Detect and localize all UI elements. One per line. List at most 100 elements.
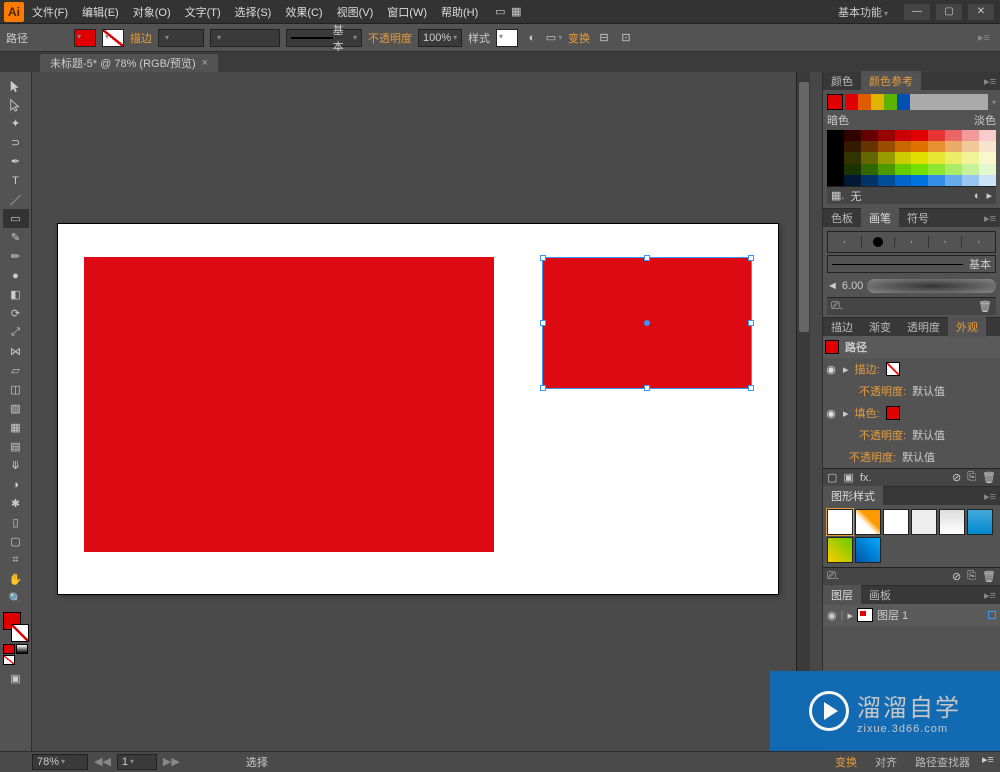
transform-label[interactable]: 变换 xyxy=(568,30,590,46)
stroke-weight-field[interactable] xyxy=(158,29,204,47)
blend-tool[interactable]: ◑ xyxy=(3,475,29,494)
width-tool[interactable]: ⋈ xyxy=(3,342,29,361)
lasso-tool[interactable]: ⊃ xyxy=(3,133,29,152)
slice-tool[interactable]: ⌗ xyxy=(3,551,29,570)
recolor-icon-small[interactable]: ◐ xyxy=(974,190,981,202)
panel-menu-icon[interactable]: ▸≡ xyxy=(980,212,1000,225)
menu-window[interactable]: 窗口(W) xyxy=(387,4,427,20)
save-group-icon[interactable]: ▸ xyxy=(986,189,992,202)
maximize-button[interactable]: ▢ xyxy=(936,4,962,20)
free-transform-tool[interactable]: ▱ xyxy=(3,361,29,380)
style-thumbnail[interactable] xyxy=(911,509,937,535)
resize-handle-se[interactable] xyxy=(748,385,754,391)
appearance-fill-row[interactable]: ◉ ▸ 填色: xyxy=(823,402,1000,424)
menu-select[interactable]: 选择(S) xyxy=(235,4,272,20)
zoom-tool[interactable]: 🔍 xyxy=(3,589,29,608)
resize-handle-n[interactable] xyxy=(644,255,650,261)
tab-artboards[interactable]: 画板 xyxy=(861,585,899,605)
tab-color-guide[interactable]: 颜色参考 xyxy=(861,71,921,91)
brush-definition[interactable]: 基本 xyxy=(286,29,362,47)
brush-dot-2[interactable] xyxy=(862,237,896,247)
tab-color[interactable]: 颜色 xyxy=(823,71,861,91)
nav-prev-icon[interactable]: ◀◀ xyxy=(88,755,117,768)
artboard[interactable] xyxy=(58,224,778,594)
layer-name[interactable]: 图层 1 xyxy=(877,607,908,623)
menu-edit[interactable]: 编辑(E) xyxy=(82,4,119,20)
scale-tool[interactable]: ⤢ xyxy=(3,323,29,342)
tab-symbols[interactable]: 符号 xyxy=(899,208,937,228)
type-tool[interactable]: T xyxy=(3,171,29,190)
stroke-color[interactable] xyxy=(11,624,29,642)
panel-menu-icon[interactable]: ▸≡ xyxy=(980,589,1000,602)
brush-profile[interactable] xyxy=(210,29,280,47)
tab-gradient[interactable]: 渐变 xyxy=(861,317,899,337)
add-effect-icon[interactable]: fx. xyxy=(860,472,872,484)
style-thumbnail[interactable] xyxy=(855,537,881,563)
page-field[interactable]: 1 xyxy=(117,754,157,770)
brush-dot-4[interactable]: · xyxy=(929,236,963,248)
stroke-value-swatch[interactable] xyxy=(886,362,900,376)
styles-library-icon[interactable]: ⎚. xyxy=(827,570,839,583)
bottom-tab-pathfinder[interactable]: 路径查找器 xyxy=(907,752,978,772)
clear-icon[interactable]: ⊘ xyxy=(952,471,961,484)
layer-row[interactable]: ◉ | ▸ 图层 1 xyxy=(823,604,1000,626)
screen-mode-tool[interactable]: ▣ xyxy=(3,669,29,688)
resize-handle-sw[interactable] xyxy=(540,385,546,391)
style-thumbnail[interactable] xyxy=(939,509,965,535)
brush-options-icon[interactable]: ◄ xyxy=(827,280,838,292)
resize-handle-w[interactable] xyxy=(540,320,546,326)
duplicate-icon[interactable]: ⎘ xyxy=(967,471,976,484)
harmony-strip[interactable] xyxy=(845,94,988,110)
trash-icon[interactable]: 🗑 xyxy=(982,471,996,484)
appearance-stroke-opacity-row[interactable]: 不透明度: 默认值 xyxy=(823,380,1000,402)
zoom-field[interactable]: 78% xyxy=(32,754,88,770)
style-thumbnail[interactable] xyxy=(883,509,909,535)
fill-stroke-control[interactable] xyxy=(3,612,29,642)
bottom-tab-align[interactable]: 对齐 xyxy=(867,752,905,772)
tab-stroke[interactable]: 描边 xyxy=(823,317,861,337)
color-mode-buttons[interactable] xyxy=(3,644,29,665)
appearance-opacity-row[interactable]: 不透明度: 默认值 xyxy=(823,446,1000,468)
appearance-fill-opacity-row[interactable]: 不透明度: 默认值 xyxy=(823,424,1000,446)
trash-icon[interactable]: 🗑 xyxy=(982,570,996,583)
minimize-button[interactable]: — xyxy=(904,4,930,20)
resize-handle-nw[interactable] xyxy=(540,255,546,261)
tab-appearance[interactable]: 外观 xyxy=(948,317,986,337)
resize-handle-s[interactable] xyxy=(644,385,650,391)
bottom-panel-menu-icon[interactable]: ▸≡ xyxy=(980,752,996,768)
layout-icon[interactable]: ▭ xyxy=(492,4,508,20)
panel-dock-collapse[interactable] xyxy=(810,72,822,751)
artboard-tool[interactable]: ▢ xyxy=(3,532,29,551)
close-tab-icon[interactable]: × xyxy=(202,57,208,69)
opacity-field[interactable]: 100% xyxy=(418,29,462,47)
panel-menu-icon[interactable]: ▸≡ xyxy=(980,490,1000,503)
selection-tool[interactable] xyxy=(3,76,29,95)
style-thumbnail-default[interactable] xyxy=(827,509,853,535)
pen-tool[interactable]: ✒ xyxy=(3,152,29,171)
brush-tool[interactable]: ✎ xyxy=(3,228,29,247)
align-icon[interactable]: ▭ xyxy=(546,30,562,46)
document-tab[interactable]: 未标题-5* @ 78% (RGB/预览) × xyxy=(40,54,218,72)
expand-icon[interactable]: ▸ xyxy=(847,609,853,622)
close-button[interactable]: ✕ xyxy=(968,4,994,20)
line-tool[interactable]: ／ xyxy=(3,190,29,209)
workspace-switcher[interactable]: 基本功能 xyxy=(838,4,888,20)
rectangle-tool[interactable]: ▭ xyxy=(3,209,29,228)
canvas-scrollbar-vertical[interactable] xyxy=(796,72,810,751)
appearance-stroke-row[interactable]: ◉ ▸ 描边: xyxy=(823,358,1000,380)
stroke-label[interactable]: 描边 xyxy=(130,30,152,46)
menu-object[interactable]: 对象(O) xyxy=(133,4,171,20)
visibility-icon[interactable]: ◉ xyxy=(825,407,837,420)
color-spectrum-grid[interactable] xyxy=(827,130,996,186)
brush-library-icon[interactable]: ⎚. xyxy=(831,300,843,313)
library-icon[interactable]: ▦. xyxy=(831,189,844,202)
style-thumbnail[interactable] xyxy=(967,509,993,535)
color-guide-row[interactable] xyxy=(827,94,996,110)
isolate-icon[interactable]: ⊟ xyxy=(596,30,612,46)
crop-icon[interactable]: ⊡ xyxy=(618,30,634,46)
brush-delete-icon[interactable]: 🗑 xyxy=(978,300,992,313)
style-swatch[interactable] xyxy=(496,29,518,47)
shape-rectangle-selected[interactable] xyxy=(543,258,751,388)
tab-brushes[interactable]: 画笔 xyxy=(861,208,899,228)
eyedropper-tool[interactable]: ⤋ xyxy=(3,456,29,475)
